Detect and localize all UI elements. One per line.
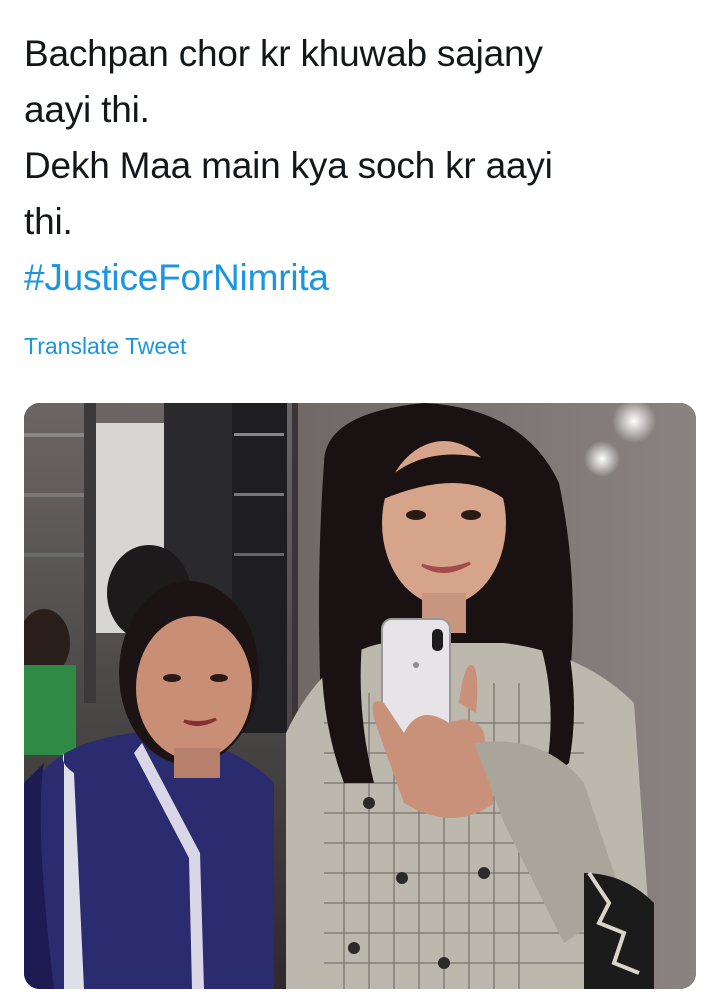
- tweet-text: Bachpan chor kr khuwab sajany aayi thi. …: [24, 26, 694, 306]
- translate-tweet-link[interactable]: Translate Tweet: [24, 333, 186, 360]
- tweet-photo[interactable]: [24, 403, 696, 989]
- tweet-text-line: thi.: [24, 201, 73, 242]
- tweet-text-line: Dekh Maa main kya soch kr aayi: [24, 145, 553, 186]
- hashtag-link[interactable]: #JusticeForNimrita: [24, 250, 694, 306]
- tweet-card: Bachpan chor kr khuwab sajany aayi thi. …: [0, 0, 720, 1000]
- photo-illustration: [24, 403, 696, 989]
- bottom-divider: [0, 994, 720, 1000]
- tweet-text-line: aayi thi.: [24, 89, 150, 130]
- tweet-text-line: Bachpan chor kr khuwab sajany: [24, 33, 543, 74]
